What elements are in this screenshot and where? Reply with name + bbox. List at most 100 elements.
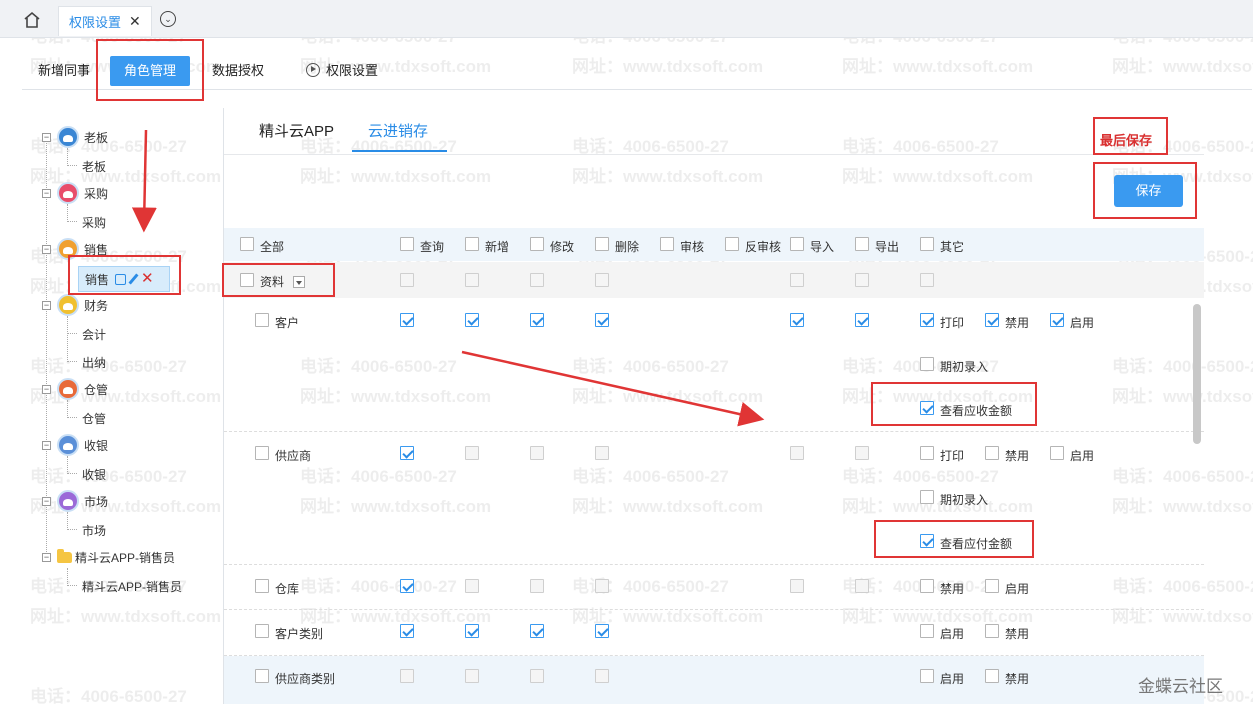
option-checkbox[interactable] (985, 446, 999, 460)
permission-checkbox[interactable] (595, 313, 609, 327)
permission-checkbox[interactable] (400, 313, 414, 327)
annotation-box (874, 520, 1034, 558)
option-checkbox[interactable] (920, 357, 934, 371)
option-checkbox[interactable] (985, 313, 999, 327)
watermark-site: 网址：www.tdxsoft.com (572, 387, 764, 406)
tree-node-purchase[interactable]: − 采购 (42, 182, 108, 204)
row-checkbox[interactable] (255, 313, 269, 327)
permission-checkbox[interactable] (530, 446, 544, 460)
option-checkbox[interactable] (920, 313, 934, 327)
row-checkbox[interactable] (255, 669, 269, 683)
permission-checkbox[interactable] (465, 446, 479, 460)
tree-node-warehouse[interactable]: − 仓管 (42, 378, 108, 400)
tab-jdy-app[interactable]: 精斗云APP (259, 120, 334, 141)
collapse-icon[interactable]: − (42, 244, 51, 254)
tree-leaf-warehouse[interactable]: 仓管 (82, 410, 106, 427)
collapse-icon[interactable]: − (42, 188, 51, 198)
tree-leaf-cashier-role[interactable]: 收银 (82, 466, 106, 483)
tab-cloud-inventory[interactable]: 云进销存 (368, 120, 428, 141)
permission-checkbox[interactable] (595, 579, 609, 593)
tree-node-cashier[interactable]: − 收银 (42, 434, 108, 456)
watermark-phone: 电话：4006-6500-27 (842, 467, 999, 486)
option-label: 打印 (940, 449, 965, 463)
header-checkbox[interactable] (530, 237, 544, 251)
permission-checkbox[interactable] (465, 624, 479, 638)
option-checkbox[interactable] (985, 624, 999, 638)
tree-leaf-market[interactable]: 市场 (82, 522, 106, 539)
vertical-scrollbar[interactable] (1193, 304, 1201, 444)
group-checkbox-disabled[interactable] (790, 273, 804, 287)
collapse-icon[interactable]: − (42, 132, 51, 142)
header-label: 修改 (550, 240, 575, 254)
group-checkbox-disabled[interactable] (920, 273, 934, 287)
tree-node-finance[interactable]: − 财务 (42, 294, 108, 316)
permission-checkbox[interactable] (465, 313, 479, 327)
row-checkbox[interactable] (255, 446, 269, 460)
permission-checkbox[interactable] (595, 446, 609, 460)
permission-checkbox[interactable] (790, 446, 804, 460)
option-checkbox[interactable] (985, 579, 999, 593)
option-checkbox[interactable] (920, 669, 934, 683)
tree-node-boss[interactable]: − 老板 (42, 126, 108, 148)
permission-checkbox[interactable] (400, 579, 414, 593)
group-checkbox-disabled[interactable] (595, 273, 609, 287)
option-checkbox[interactable] (920, 624, 934, 638)
collapse-icon[interactable]: − (42, 496, 51, 506)
permission-checkbox[interactable] (790, 579, 804, 593)
permission-checkbox[interactable] (595, 624, 609, 638)
header-checkbox[interactable] (660, 237, 674, 251)
permission-checkbox[interactable] (400, 669, 414, 683)
group-checkbox-disabled[interactable] (855, 273, 869, 287)
group-checkbox-disabled[interactable] (465, 273, 479, 287)
divider (224, 154, 1204, 155)
tab-permission-settings-sub[interactable]: 权限设置 (306, 52, 378, 90)
permission-checkbox[interactable] (530, 624, 544, 638)
collapse-icon[interactable]: − (42, 440, 51, 450)
permission-checkbox[interactable] (400, 624, 414, 638)
tree-leaf-purchase[interactable]: 采购 (82, 214, 106, 231)
header-checkbox[interactable] (790, 237, 804, 251)
permission-checkbox[interactable] (465, 669, 479, 683)
watermark-site: 网址：www.tdxsoft.com (300, 607, 492, 626)
watermark-site: 网址：www.tdxsoft.com (1112, 607, 1253, 626)
option-checkbox[interactable] (1050, 446, 1064, 460)
tree-node-label: 精斗云APP-销售员 (75, 551, 176, 565)
permission-checkbox[interactable] (855, 446, 869, 460)
collapse-icon[interactable]: − (42, 300, 51, 310)
tree-node-app-sales[interactable]: − 精斗云APP-销售员 (42, 549, 175, 566)
permission-checkbox[interactable] (855, 579, 869, 593)
permission-checkbox[interactable] (530, 313, 544, 327)
tree-leaf-boss[interactable]: 老板 (82, 158, 106, 175)
row-checkbox[interactable] (255, 624, 269, 638)
header-checkbox[interactable] (725, 237, 739, 251)
permission-checkbox[interactable] (465, 579, 479, 593)
option-checkbox[interactable] (985, 669, 999, 683)
permission-checkbox[interactable] (400, 446, 414, 460)
group-checkbox-disabled[interactable] (400, 273, 414, 287)
option-checkbox[interactable] (920, 579, 934, 593)
tree-leaf-accountant[interactable]: 会计 (82, 326, 106, 343)
tree-leaf-cashier[interactable]: 出纳 (82, 354, 106, 371)
header-checkbox[interactable] (855, 237, 869, 251)
permission-checkbox[interactable] (595, 669, 609, 683)
header-checkbox[interactable] (465, 237, 479, 251)
collapse-icon[interactable]: − (42, 553, 51, 562)
header-checkbox[interactable] (400, 237, 414, 251)
option-checkbox[interactable] (920, 490, 934, 504)
collapse-icon[interactable]: − (42, 384, 51, 394)
permission-checkbox[interactable] (530, 669, 544, 683)
group-checkbox-disabled[interactable] (530, 273, 544, 287)
header-checkbox[interactable] (595, 237, 609, 251)
option-checkbox[interactable] (1050, 313, 1064, 327)
option-checkbox[interactable] (920, 446, 934, 460)
permission-checkbox[interactable] (790, 313, 804, 327)
permission-checkbox[interactable] (530, 579, 544, 593)
tab-label: 权限设置 (326, 63, 379, 78)
header-checkbox[interactable] (240, 237, 254, 251)
header-checkbox[interactable] (920, 237, 934, 251)
header-label: 其它 (940, 240, 965, 254)
tree-node-market[interactable]: − 市场 (42, 490, 108, 512)
row-checkbox[interactable] (255, 579, 269, 593)
tree-leaf-app-sales[interactable]: 精斗云APP-销售员 (82, 578, 182, 595)
permission-checkbox[interactable] (855, 313, 869, 327)
